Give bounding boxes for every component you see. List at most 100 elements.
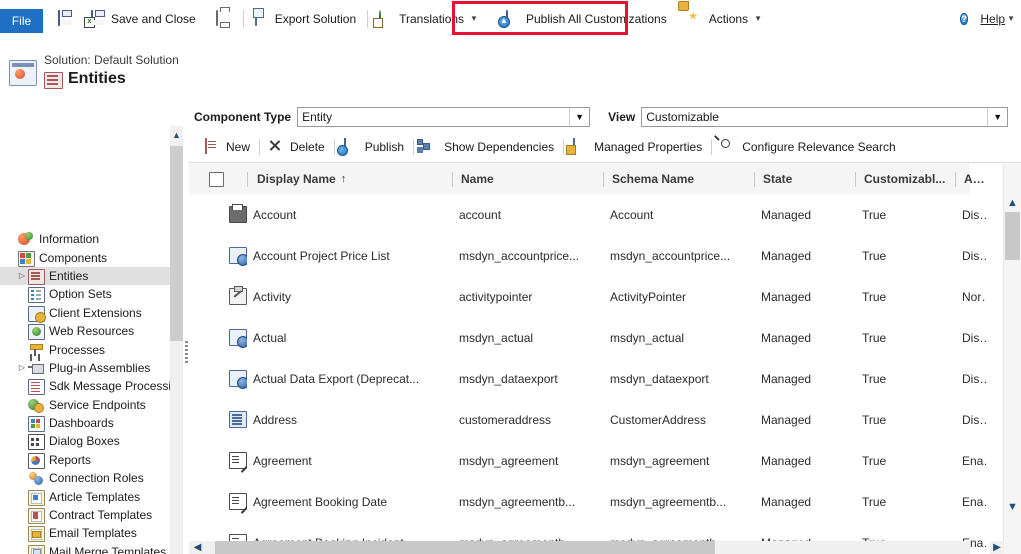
expand-arrow-icon[interactable]: ▷ bbox=[16, 271, 28, 280]
scroll-up-icon[interactable]: ▲ bbox=[170, 130, 183, 140]
publish-button[interactable]: Publish bbox=[338, 136, 410, 158]
command-ribbon: File x Save and Close Export Solution Tr… bbox=[0, 0, 1021, 38]
column-header-name[interactable]: Name bbox=[461, 164, 601, 194]
sidebar-item-service-endpoints[interactable]: Service Endpoints bbox=[0, 396, 170, 414]
select-all-checkbox[interactable] bbox=[209, 164, 224, 194]
grid-vertical-scrollbar[interactable]: ▲ ▼ bbox=[1003, 164, 1021, 554]
sidebar-scrollbar[interactable]: ▲ bbox=[170, 126, 183, 554]
component-type-select[interactable]: Entity ▼ bbox=[297, 106, 591, 127]
scroll-down-icon[interactable]: ▼ bbox=[1004, 498, 1021, 515]
export-solution-button[interactable]: Export Solution bbox=[250, 6, 361, 32]
cell-display-name: Activity bbox=[253, 289, 292, 304]
grid-scroll-thumb[interactable] bbox=[1005, 212, 1020, 260]
save-and-close-button[interactable]: x Save and Close bbox=[84, 6, 201, 32]
scroll-right-icon[interactable]: ▶ bbox=[990, 541, 1004, 554]
table-row[interactable]: Account Project Price List msdyn_accountp… bbox=[189, 235, 986, 277]
cell-schema-name: msdyn_dataexport bbox=[610, 371, 709, 386]
cell-display-name: Agreement Booking Date bbox=[253, 494, 388, 509]
table-row[interactable]: Actual Data Export (Deprecat... msdyn_dat… bbox=[189, 358, 986, 400]
sidebar-item-contract-templates[interactable]: Contract Templates bbox=[0, 506, 170, 525]
save-button[interactable] bbox=[52, 6, 80, 32]
row-entity-icon bbox=[229, 276, 247, 317]
file-tab-label: File bbox=[11, 14, 32, 28]
table-row[interactable]: Actual msdyn_actual msdyn_actual Managed Tru… bbox=[189, 317, 986, 359]
cell-schema-name: CustomerAddress bbox=[610, 412, 707, 427]
scroll-left-icon[interactable]: ◀ bbox=[191, 541, 204, 554]
table-row[interactable]: Agreement Booking Date msdyn_agreementb..… bbox=[189, 481, 986, 523]
sidebar-item-label: Service Endpoints bbox=[49, 397, 146, 412]
cell-audit: Dis… bbox=[962, 371, 986, 386]
column-header-state[interactable]: State bbox=[763, 164, 853, 194]
reports-icon bbox=[28, 452, 45, 469]
help-button[interactable]: ? Help ▼ bbox=[960, 0, 1015, 37]
actions-button[interactable]: Actions ▼ bbox=[684, 6, 767, 32]
translations-button[interactable]: Translations ▼ bbox=[374, 6, 483, 32]
sidebar-item-dialog-boxes[interactable]: Dialog Boxes bbox=[0, 432, 170, 451]
chevron-down-icon[interactable]: ▼ bbox=[569, 107, 590, 126]
chevron-down-icon[interactable]: ▼ bbox=[987, 107, 1008, 126]
sidebar-item-sdk-message-processin[interactable]: Sdk Message Processin... bbox=[0, 377, 170, 396]
column-header-audit[interactable]: A… bbox=[964, 164, 984, 194]
row-entity-icon bbox=[229, 235, 247, 276]
row-entity-icon bbox=[229, 481, 247, 522]
cell-name: msdyn_agreement bbox=[459, 453, 559, 468]
column-divider bbox=[247, 172, 248, 187]
splitter-grip[interactable] bbox=[185, 341, 188, 363]
sidebar-item-dashboards[interactable]: Dashboards bbox=[0, 414, 170, 433]
cell-schema-name: ActivityPointer bbox=[610, 289, 687, 304]
action-separator-4 bbox=[563, 139, 565, 155]
dashboards-icon bbox=[28, 416, 45, 433]
file-tab[interactable]: File bbox=[0, 9, 43, 33]
managed-properties-button[interactable]: Managed Properties bbox=[567, 136, 708, 158]
entities-grid: Display Name ↑ Name Schema Name State Cu… bbox=[189, 164, 1021, 554]
document-icon bbox=[229, 493, 247, 510]
column-header-schema-name[interactable]: Schema Name bbox=[612, 164, 752, 194]
account-icon bbox=[229, 204, 247, 223]
sidebar-item-option-sets[interactable]: Option Sets bbox=[0, 285, 170, 304]
grid-horizontal-scrollbar[interactable]: ◀ bbox=[189, 541, 970, 554]
table-row[interactable]: Agreement msdyn_agreement msdyn_agreement M… bbox=[189, 440, 986, 482]
show-dependencies-button[interactable]: Show Dependencies bbox=[417, 136, 560, 158]
sidebar-item-label: Sdk Message Processin... bbox=[49, 379, 170, 394]
sidebar-item-reports[interactable]: Reports bbox=[0, 451, 170, 469]
cell-customizable: True bbox=[862, 289, 887, 304]
scroll-up-icon[interactable]: ▲ bbox=[1004, 194, 1021, 211]
sidebar-item-article-templates[interactable]: Article Templates bbox=[0, 487, 170, 506]
export-solution-label: Export Solution bbox=[274, 11, 357, 26]
sidebar-item-label: Plug-in Assemblies bbox=[49, 360, 151, 375]
sidebar-item-web-resources[interactable]: Web Resources bbox=[0, 322, 170, 341]
cell-customizable: True bbox=[862, 453, 887, 468]
column-header-customizable[interactable]: Customizabl... bbox=[864, 164, 951, 194]
table-row[interactable]: Address customeraddress CustomerAddress Man… bbox=[189, 399, 986, 441]
article-templates-icon bbox=[28, 489, 45, 506]
ribbon-separator-2 bbox=[367, 9, 369, 28]
row-entity-icon bbox=[229, 440, 247, 481]
sidebar-item-mail-merge-templates[interactable]: Mail Merge Templates bbox=[0, 543, 170, 554]
sidebar-item-client-extensions[interactable]: Client Extensions bbox=[0, 304, 170, 323]
mail-merge-templates-icon bbox=[28, 544, 45, 554]
column-header-display-name[interactable]: Display Name ↑ bbox=[257, 164, 447, 194]
print-button[interactable] bbox=[211, 6, 237, 32]
table-row[interactable]: Activity activitypointer ActivityPointer Ma… bbox=[189, 276, 986, 318]
new-button[interactable]: New bbox=[199, 136, 256, 158]
delete-button[interactable]: Delete bbox=[263, 136, 331, 158]
expand-arrow-icon[interactable]: ▷ bbox=[16, 363, 28, 372]
sidebar-scroll-thumb[interactable] bbox=[170, 146, 183, 341]
sidebar-item-email-templates[interactable]: Email Templates bbox=[0, 524, 170, 543]
sidebar-item-information[interactable]: Information bbox=[0, 230, 170, 248]
column-header-audit-label: A… bbox=[964, 172, 984, 186]
grid-hscroll-thumb[interactable] bbox=[215, 541, 715, 554]
sidebar-item-components[interactable]: Components bbox=[0, 248, 170, 267]
column-divider bbox=[955, 172, 956, 187]
configure-relevance-search-button[interactable]: Configure Relevance Search bbox=[715, 136, 901, 158]
table-row[interactable]: Account account Account Managed True Dis… bbox=[189, 194, 986, 236]
sidebar-item-entities[interactable]: ▷ Entities bbox=[0, 266, 174, 286]
publish-all-customizations-button[interactable]: ▲ Publish All Customizations bbox=[500, 6, 672, 32]
view-select[interactable]: Customizable ▼ bbox=[641, 106, 1009, 127]
sidebar-item-processes[interactable]: Processes bbox=[0, 340, 170, 358]
sidebar-item-label: Article Templates bbox=[49, 489, 141, 504]
sidebar-item-plug-in-assemblies[interactable]: ▷ Plug-in Assemblies bbox=[0, 359, 170, 377]
page-title: Entities bbox=[68, 70, 126, 87]
cell-customizable: True bbox=[862, 371, 887, 386]
sidebar-item-connection-roles[interactable]: Connection Roles bbox=[0, 469, 170, 487]
